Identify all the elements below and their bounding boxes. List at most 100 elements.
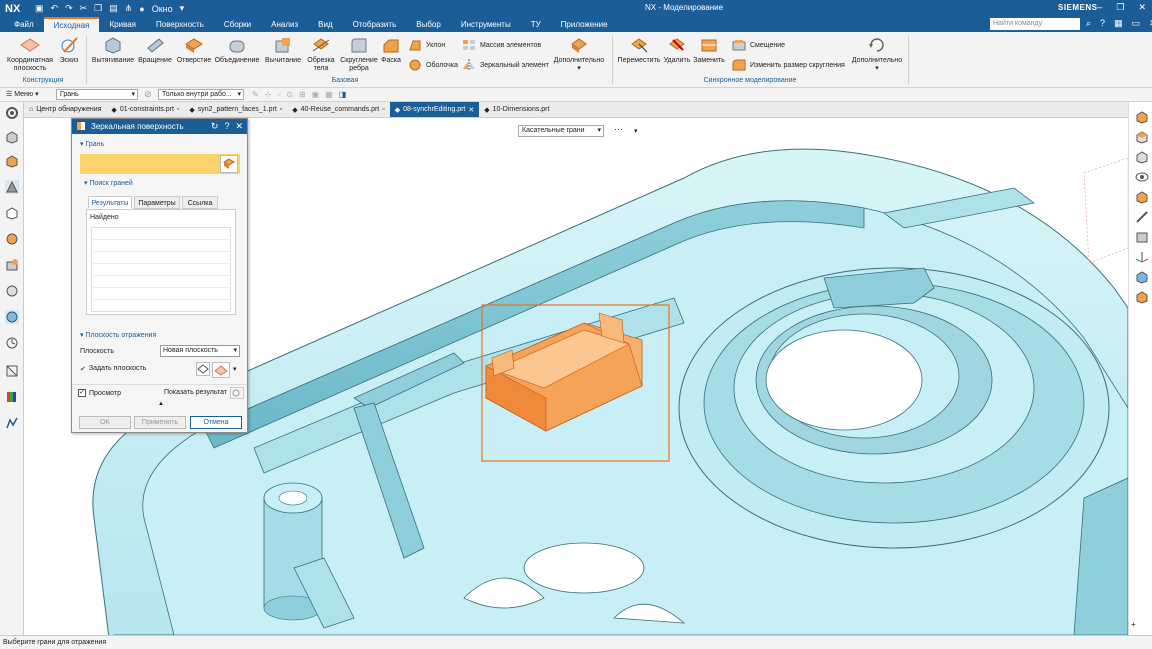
clock-icon[interactable] — [5, 336, 19, 350]
face-rule-select[interactable]: Касательные грани — [518, 125, 604, 137]
unite-button[interactable]: Объединение — [214, 35, 260, 65]
close-icon[interactable]: ✕ — [235, 121, 243, 132]
menu-tools[interactable]: Инструменты — [451, 17, 521, 32]
revolve-button[interactable]: Вращение — [137, 35, 173, 65]
type-filter-select[interactable]: Грань — [56, 89, 138, 100]
sketch-button[interactable]: Эскиз — [56, 35, 82, 65]
window-icon[interactable]: ▭ — [1132, 18, 1141, 29]
tab-10-dimensions[interactable]: ◆ 10-Dimensions.prt — [479, 102, 554, 117]
basic-more-button[interactable]: Дополнительно ▾ — [552, 35, 606, 73]
hd3d-tools-icon[interactable] — [5, 232, 19, 246]
menu-curve[interactable]: Кривая — [99, 17, 146, 32]
help-icon[interactable]: ? — [224, 121, 229, 132]
reset-icon[interactable]: ↻ — [211, 121, 219, 132]
chevron-down-icon[interactable]: ▾ — [634, 127, 638, 135]
filter-icon[interactable]: ⊘ — [144, 89, 152, 100]
tab-08-synchr-editing[interactable]: ◆ 08-synchrEditing.prt ✕ — [389, 102, 480, 117]
wcs-icon[interactable] — [1135, 250, 1149, 264]
menu-application[interactable]: Приложение — [551, 17, 618, 32]
palette-icon[interactable] — [5, 390, 19, 404]
menu-button[interactable]: ☰ Меню ▾ — [6, 90, 39, 98]
plane-options-chevron[interactable]: ▾ — [233, 365, 237, 373]
web-browser-icon[interactable] — [5, 258, 19, 272]
minimize-icon[interactable]: – — [1097, 2, 1102, 13]
tab-settings[interactable]: Параметры — [134, 196, 180, 209]
part-navigator-icon[interactable] — [5, 130, 19, 144]
preview-checkbox[interactable]: ✓ — [78, 389, 86, 397]
found-faces-list[interactable] — [91, 227, 231, 312]
extrude-button[interactable]: Вытягивание — [92, 35, 134, 65]
search-icon[interactable]: ⌕ — [1086, 18, 1091, 29]
menu-render[interactable]: Отобразить — [343, 17, 407, 32]
chevron-down-icon[interactable]: ▾ — [180, 3, 185, 14]
tab-discovery-center[interactable]: ⌂ Центр обнаружения — [24, 102, 106, 117]
magnet-icon[interactable]: ⋔ — [125, 3, 133, 14]
undo-icon[interactable]: ↶ — [51, 3, 59, 14]
menu-view[interactable]: Вид — [308, 17, 342, 32]
ok-button[interactable]: OK — [79, 416, 131, 429]
show-result-button[interactable]: Показать результат — [164, 389, 227, 396]
collapse-arrow-icon[interactable]: ▲ — [158, 401, 164, 407]
resize-blend-button[interactable]: Изменить размер скругления — [732, 59, 845, 71]
roles-icon[interactable] — [5, 364, 19, 378]
plane-select[interactable]: Новая плоскость — [160, 345, 240, 357]
settings-gear-icon[interactable] — [5, 106, 19, 120]
snap-intersect-icon[interactable]: ⊞ — [299, 90, 306, 99]
view-top-icon[interactable] — [1135, 130, 1149, 144]
assembly-navigator-icon[interactable] — [5, 154, 19, 168]
sync-more-button[interactable]: Дополнительно ▾ — [850, 35, 904, 73]
delete-face-button[interactable]: Удалить — [662, 35, 692, 65]
menu-home[interactable]: Исходная — [43, 17, 100, 32]
snap-mid-icon[interactable]: ◦ — [277, 90, 280, 99]
snap-face-icon[interactable]: ▣ — [312, 90, 320, 99]
plane-dialog-icon[interactable] — [196, 362, 210, 376]
menu-surface[interactable]: Поверхность — [146, 17, 214, 32]
tab-01-constraints[interactable]: ◆ 01-constraints.prt ▫ — [106, 102, 184, 117]
paste-icon[interactable]: ▤ — [109, 3, 118, 14]
mirror-feature-button[interactable]: Зеркальный элемент — [462, 59, 549, 71]
grid-icon[interactable]: ▦ — [1114, 18, 1123, 29]
section-view-icon[interactable] — [1135, 230, 1149, 244]
section-mirror-plane-header[interactable]: ▾ Плоскость отражения — [80, 331, 156, 339]
snap-center-icon[interactable]: ⊙ — [286, 90, 293, 99]
select-face-icon[interactable] — [220, 155, 238, 173]
datum-csys-button[interactable]: Координатная плоскость — [6, 35, 54, 73]
history-icon[interactable] — [5, 284, 19, 298]
reuse-library-icon[interactable] — [5, 206, 19, 220]
section-find-faces-header[interactable]: ▾ Поиск граней — [84, 179, 133, 187]
analysis-icon[interactable] — [5, 416, 19, 430]
menu-pmi[interactable]: ТУ — [521, 17, 551, 32]
snap-point-icon[interactable]: ✎ — [252, 90, 259, 99]
snap-end-icon[interactable]: ⊹ — [265, 90, 272, 99]
selection-scope-select[interactable]: Только внутри рабо... — [158, 89, 244, 100]
copy-icon[interactable]: ❐ — [94, 3, 102, 14]
menu-select[interactable]: Выбор — [406, 17, 451, 32]
replace-face-button[interactable]: Заменить — [692, 35, 726, 65]
menu-assemblies[interactable]: Сборки — [214, 17, 261, 32]
offset-region-button[interactable]: Смещение — [732, 39, 785, 51]
orient-view-icon[interactable] — [1135, 290, 1149, 304]
close-icon[interactable]: ✕ — [1138, 2, 1146, 13]
menu-file[interactable]: Файл — [4, 17, 44, 32]
render-style-icon[interactable] — [1135, 190, 1149, 204]
zoom-icon[interactable] — [1135, 270, 1149, 284]
view-orient-icon[interactable] — [1135, 110, 1149, 124]
apply-button[interactable]: Применить — [134, 416, 186, 429]
close-tab-icon[interactable]: ✕ — [468, 106, 474, 114]
hole-button[interactable]: Отверстие — [175, 35, 213, 65]
more-options-icon[interactable]: ··· — [614, 124, 623, 134]
restore-icon[interactable]: ❐ — [1116, 2, 1124, 13]
chamfer-button[interactable]: Фаска — [380, 35, 402, 65]
measure-icon[interactable] — [1135, 210, 1149, 224]
move-face-button[interactable]: Переместить — [616, 35, 662, 65]
shell-button[interactable]: Оболочка — [408, 59, 458, 71]
subtract-button[interactable]: Вычитание — [264, 35, 302, 65]
window-menu[interactable]: Окно — [152, 4, 173, 14]
pattern-feature-button[interactable]: Массив элементов — [462, 39, 541, 51]
menu-analysis[interactable]: Анализ — [261, 17, 308, 32]
redo-icon[interactable]: ↷ — [65, 3, 73, 14]
snap-toggle-icon[interactable]: ◨ — [339, 90, 347, 99]
tab-reference[interactable]: Ссылка — [182, 196, 218, 209]
section-face-header[interactable]: ▾ Грань — [80, 140, 104, 148]
select-face-field[interactable] — [80, 154, 240, 174]
